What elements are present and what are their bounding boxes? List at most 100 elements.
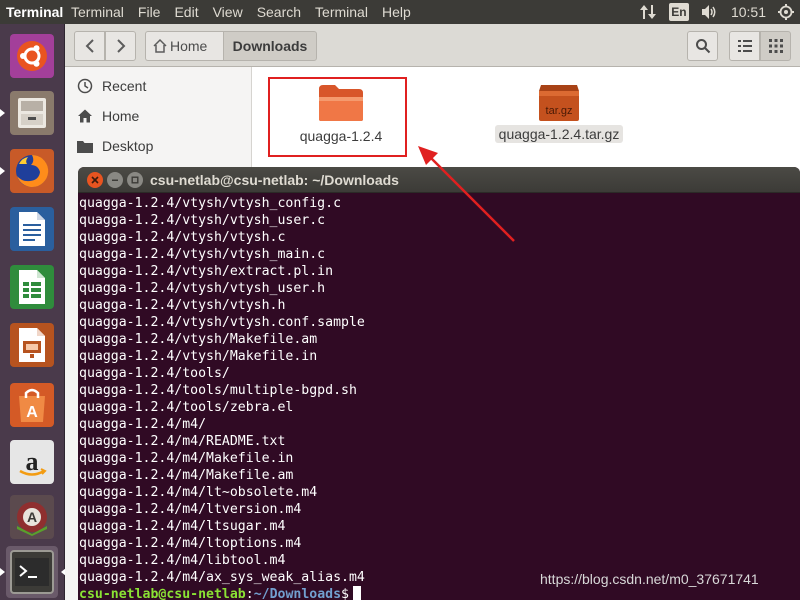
menu-bar: Terminal File Edit View Search Terminal … [64, 0, 418, 24]
menu-file[interactable]: File [131, 0, 168, 24]
terminal-line: quagga-1.2.4/vtysh/Makefile.am [79, 332, 318, 347]
menu-search[interactable]: Search [250, 0, 308, 24]
menu-help[interactable]: Help [375, 0, 418, 24]
breadcrumb-home[interactable]: Home [145, 31, 223, 61]
home-icon [153, 38, 167, 53]
amazon-icon: a [10, 440, 54, 484]
terminal-line: quagga-1.2.4/tools/zebra.el [79, 400, 294, 415]
watermark: https://blog.csdn.net/m0_37671741 [540, 571, 759, 587]
file-item-archive[interactable]: tar.gz quagga-1.2.4.tar.gz [484, 83, 634, 143]
sidebar-item-home[interactable]: Home [65, 101, 252, 131]
forward-button[interactable] [105, 31, 136, 61]
svg-text:A: A [27, 509, 37, 525]
terminal-line: quagga-1.2.4/m4/ [79, 417, 207, 432]
file-cabinet-icon [10, 91, 54, 135]
impress-icon [10, 323, 54, 367]
writer-icon [10, 207, 54, 251]
terminal-line: quagga-1.2.4/m4/ltversion.m4 [79, 502, 302, 517]
calc-icon [10, 265, 54, 309]
launcher-amazon[interactable]: a [6, 436, 58, 488]
search-button[interactable] [687, 31, 718, 61]
launcher-ubuntu[interactable] [6, 30, 58, 82]
close-button[interactable] [87, 172, 103, 188]
sidebar-item-label: Home [102, 108, 140, 124]
sidebar-item-recent[interactable]: Recent [65, 71, 252, 101]
launcher-files[interactable] [0, 87, 58, 139]
prompt-path: ~/Downloads [253, 587, 342, 600]
sidebar-item-label: Desktop [102, 138, 154, 154]
list-view-icon [737, 40, 752, 52]
launcher-impress[interactable] [6, 319, 58, 371]
terminal-prompt[interactable]: csu-netlab@csu-netlab:~/Downloads$ [79, 586, 800, 600]
terminal-line: quagga-1.2.4/vtysh/vtysh.conf.sample [79, 315, 365, 330]
prompt-separator: : [245, 587, 254, 600]
minimize-button[interactable] [107, 172, 123, 188]
terminal-line: quagga-1.2.4/vtysh/extract.pl.in [79, 264, 334, 279]
launcher-updater[interactable]: A [6, 491, 58, 543]
file-item-label: quagga-1.2.4.tar.gz [494, 125, 624, 143]
menu-edit[interactable]: Edit [167, 0, 205, 24]
terminal-line: quagga-1.2.4/m4/ltsugar.m4 [79, 519, 286, 534]
updater-icon: A [10, 495, 54, 539]
folder-icon [75, 136, 95, 156]
maximize-button[interactable] [127, 172, 143, 188]
software-center-icon: A [10, 383, 54, 427]
file-manager-header: Home Downloads [65, 24, 800, 67]
terminal-line: quagga-1.2.4/m4/Makefile.am [79, 468, 294, 483]
terminal-line: quagga-1.2.4/vtysh/vtysh.h [79, 298, 286, 313]
text-cursor [352, 586, 361, 600]
home-icon [75, 106, 95, 126]
launcher-firefox[interactable] [0, 145, 58, 197]
terminal-line: quagga-1.2.4/m4/lt~obsolete.m4 [79, 485, 318, 500]
launcher: A a A [0, 24, 66, 600]
volume-icon[interactable] [701, 0, 719, 24]
archive-icon: tar.gz [539, 85, 579, 121]
terminal-titlebar[interactable]: csu-netlab@csu-netlab: ~/Downloads [78, 167, 800, 193]
chevron-left-icon [85, 39, 94, 53]
annotation-highlight-box [268, 77, 407, 157]
grid-view-button[interactable] [760, 31, 791, 61]
sidebar-item-desktop[interactable]: Desktop [65, 131, 252, 161]
indicator-area: En 10:51 [633, 0, 800, 24]
terminal-line: quagga-1.2.4/vtysh/vtysh_user.c [79, 213, 326, 228]
terminal-icon [10, 550, 54, 594]
svg-text:a: a [26, 447, 39, 476]
terminal-window: csu-netlab@csu-netlab: ~/Downloads quagg… [78, 167, 800, 600]
clock[interactable]: 10:51 [731, 0, 766, 24]
terminal-line: quagga-1.2.4/m4/Makefile.in [79, 451, 294, 466]
network-updown-icon[interactable] [639, 0, 657, 24]
active-app-title: Terminal [6, 4, 64, 20]
terminal-line: quagga-1.2.4/m4/libtool.m4 [79, 553, 286, 568]
launcher-software[interactable]: A [6, 379, 58, 431]
terminal-output[interactable]: quagga-1.2.4/vtysh/vtysh_config.c quagga… [78, 195, 800, 600]
menu-view[interactable]: View [206, 0, 250, 24]
terminal-line: quagga-1.2.4/m4/ltoptions.m4 [79, 536, 302, 551]
launcher-calc[interactable] [6, 261, 58, 313]
terminal-line: quagga-1.2.4/vtysh/Makefile.in [79, 349, 318, 364]
terminal-line: quagga-1.2.4/vtysh/vtysh.c [79, 230, 286, 245]
prompt-user-host: csu-netlab@csu-netlab [79, 587, 246, 600]
menu-terminal-2[interactable]: Terminal [308, 0, 375, 24]
terminal-line: quagga-1.2.4/vtysh/vtysh_user.h [79, 281, 326, 296]
chevron-right-icon [116, 39, 125, 53]
power-gear-icon[interactable] [778, 0, 794, 24]
terminal-title: csu-netlab@csu-netlab: ~/Downloads [150, 172, 399, 188]
minimize-icon [112, 179, 118, 181]
keyboard-layout-indicator[interactable]: En [668, 0, 689, 24]
search-icon [695, 39, 710, 54]
terminal-line: quagga-1.2.4/vtysh/vtysh_main.c [79, 247, 326, 262]
breadcrumb-home-label: Home [170, 38, 208, 54]
svg-text:A: A [26, 404, 38, 421]
menu-terminal[interactable]: Terminal [64, 0, 131, 24]
terminal-line: quagga-1.2.4/m4/README.txt [79, 434, 286, 449]
launcher-writer[interactable] [6, 203, 58, 255]
grid-view-icon [768, 39, 783, 53]
clock-icon [75, 76, 95, 96]
list-view-button[interactable] [729, 31, 760, 61]
archive-badge: tar.gz [546, 105, 573, 117]
prompt-symbol: $ [341, 587, 349, 600]
launcher-terminal[interactable] [0, 546, 66, 598]
breadcrumb-downloads[interactable]: Downloads [223, 31, 317, 61]
back-button[interactable] [74, 31, 105, 61]
keyboard-layout-label: En [668, 3, 689, 21]
